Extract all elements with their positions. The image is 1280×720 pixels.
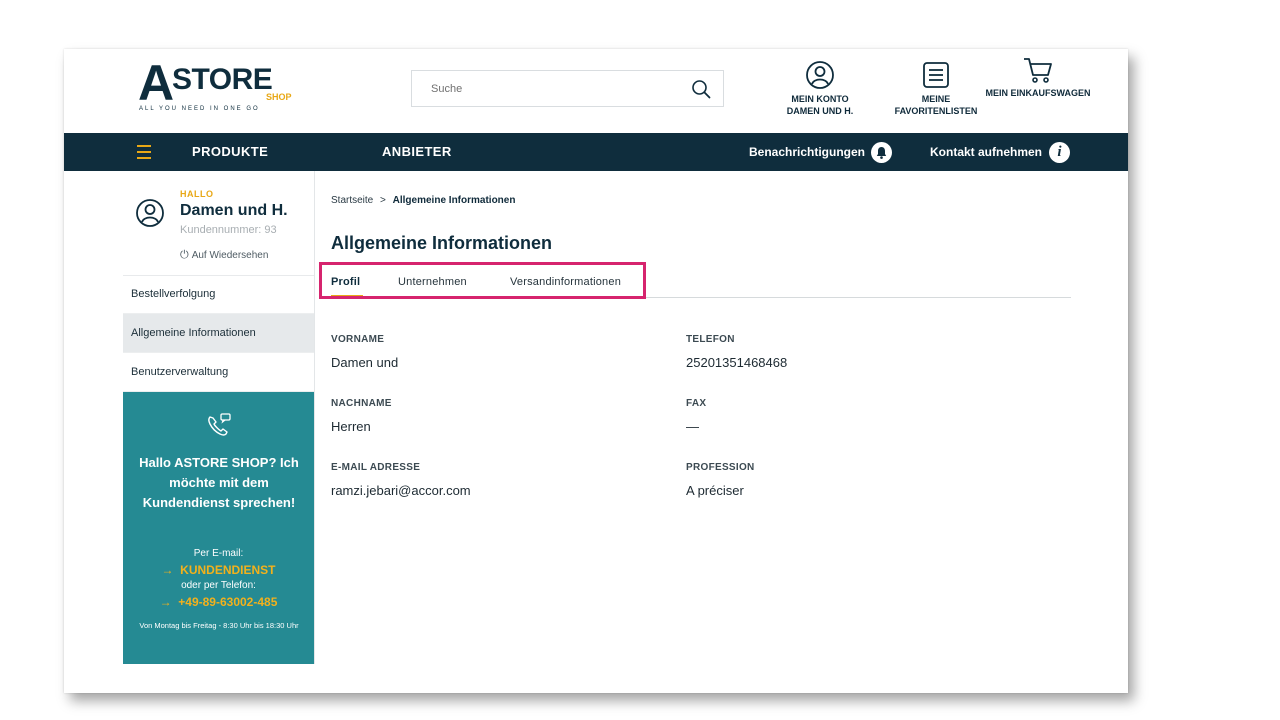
breadcrumb-current: Allgemeine Informationen — [392, 195, 516, 206]
help-title: Hallo ASTORE SHOP? Ich möchte mit dem Ku… — [139, 455, 299, 510]
avatar — [136, 199, 164, 227]
last-name-label: NACHNAME — [331, 398, 392, 409]
logo-tagline: ALL YOU NEED IN ONE GO — [139, 106, 260, 112]
help-phone-text: +49-89-63002-485 — [178, 595, 278, 609]
cart-link[interactable]: MEIN EINKAUFSWAGEN — [978, 56, 1098, 99]
last-name-value: Herren — [331, 419, 371, 434]
notifications-label: Benachrichtigungen — [749, 145, 866, 159]
power-icon: ⏻ — [180, 249, 189, 261]
nav-vendors[interactable]: ANBIETER — [382, 133, 452, 171]
page-title: Allgemeine Informationen — [331, 233, 553, 253]
nav-products[interactable]: PRODUKTE — [192, 133, 268, 171]
main-nav: PRODUKTE ANBIETER Benachrichtigungen Kon… — [64, 133, 1128, 171]
search-box — [411, 70, 724, 107]
profession-value: A préciser — [686, 483, 744, 498]
arrow-right-icon: → — [161, 563, 181, 577]
greeting-hello: HALLO — [180, 189, 214, 199]
cart-label: MEIN EINKAUFSWAGEN — [985, 88, 1091, 98]
fax-value: — — [686, 419, 699, 434]
favorites-label-line2: FAVORITENLISTEN — [894, 106, 978, 116]
cart-icon — [1024, 58, 1052, 83]
store-logo[interactable]: A STORE SHOP ALL YOU NEED IN ONE GO — [138, 58, 298, 122]
email-value: ramzi.jebari@accor.com — [331, 483, 471, 498]
sidebar-item-general-info[interactable]: Allgemeine Informationen — [123, 314, 314, 353]
favorites-link[interactable]: MEINE FAVORITENLISTEN — [886, 60, 986, 117]
help-hours: Von Montag bis Freitag - 8:30 Uhr bis 18… — [139, 621, 299, 630]
account-label-line2: DAMEN UND H. — [786, 106, 854, 116]
greeting-panel: HALLO Damen und H. Kundennummer: 93 ⏻ Auf… — [123, 171, 314, 276]
breadcrumb-home[interactable]: Startseite — [331, 195, 373, 206]
page: A STORE SHOP ALL YOU NEED IN ONE GO MEIN… — [64, 49, 1128, 693]
breadcrumb: Startseite > Allgemeine Informationen — [331, 195, 515, 206]
first-name-value: Damen und — [331, 355, 399, 370]
customer-service-panel: Hallo ASTORE SHOP? Ich möchte mit dem Ku… — [123, 392, 314, 664]
notifications-link[interactable]: Benachrichtigungen — [749, 133, 865, 171]
help-email-label: Per E-mail: — [193, 548, 244, 559]
favorites-label-line1: MEINE — [921, 94, 951, 104]
fax-label: FAX — [686, 398, 707, 409]
phone-chat-icon — [208, 413, 231, 436]
contact-link[interactable]: Kontakt aufnehmen — [930, 133, 1042, 171]
contact-label: Kontakt aufnehmen — [930, 145, 1043, 159]
info-icon[interactable]: i — [1049, 142, 1070, 163]
list-icon — [923, 62, 949, 88]
profession-label: PROFESSION — [686, 462, 755, 473]
arrow-right-icon: → — [159, 595, 179, 609]
email-label: E-MAIL ADRESSE — [331, 462, 421, 473]
help-contact: Per E-mail: → KUNDENDIENST oder per Tele… — [123, 546, 314, 610]
account-sidebar: HALLO Damen und H. Kundennummer: 93 ⏻ Auf… — [123, 171, 315, 664]
my-account-link[interactable]: MEIN KONTO DAMEN UND H. — [780, 60, 860, 117]
logout-link[interactable]: ⏻ Auf Wiedersehen — [180, 249, 268, 262]
help-email-text: KUNDENDIENST — [180, 563, 276, 577]
logo-word: STORE — [172, 63, 273, 96]
customer-name: Damen und H. — [180, 202, 288, 219]
phone-label: TELEFON — [686, 334, 735, 345]
logout-label: Auf Wiedersehen — [191, 250, 269, 261]
customer-number: Kundennummer: 93 — [180, 224, 277, 236]
bell-icon[interactable] — [871, 142, 892, 163]
header: A STORE SHOP ALL YOU NEED IN ONE GO MEIN… — [64, 49, 1128, 133]
search-input[interactable] — [412, 71, 701, 106]
breadcrumb-separator: > — [380, 195, 386, 206]
user-circle-icon — [806, 61, 834, 89]
help-phone-link[interactable]: → +49-89-63002-485 — [123, 594, 314, 610]
logo-sub: SHOP — [266, 92, 292, 102]
sidebar-item-user-management[interactable]: Benutzerverwaltung — [123, 353, 314, 392]
search-icon[interactable] — [691, 79, 711, 99]
first-name-label: VORNAME — [331, 334, 385, 345]
tabs-highlight-box — [319, 262, 646, 299]
account-label-line1: MEIN KONTO — [791, 94, 849, 104]
help-email-link[interactable]: → KUNDENDIENST — [123, 562, 314, 578]
sidebar-item-order-tracking[interactable]: Bestellverfolgung — [123, 275, 314, 314]
menu-icon[interactable] — [137, 145, 151, 159]
phone-value: 25201351468468 — [686, 355, 788, 370]
help-phone-label: oder per Telefon: — [181, 580, 256, 591]
logo-letter: A — [138, 55, 174, 111]
